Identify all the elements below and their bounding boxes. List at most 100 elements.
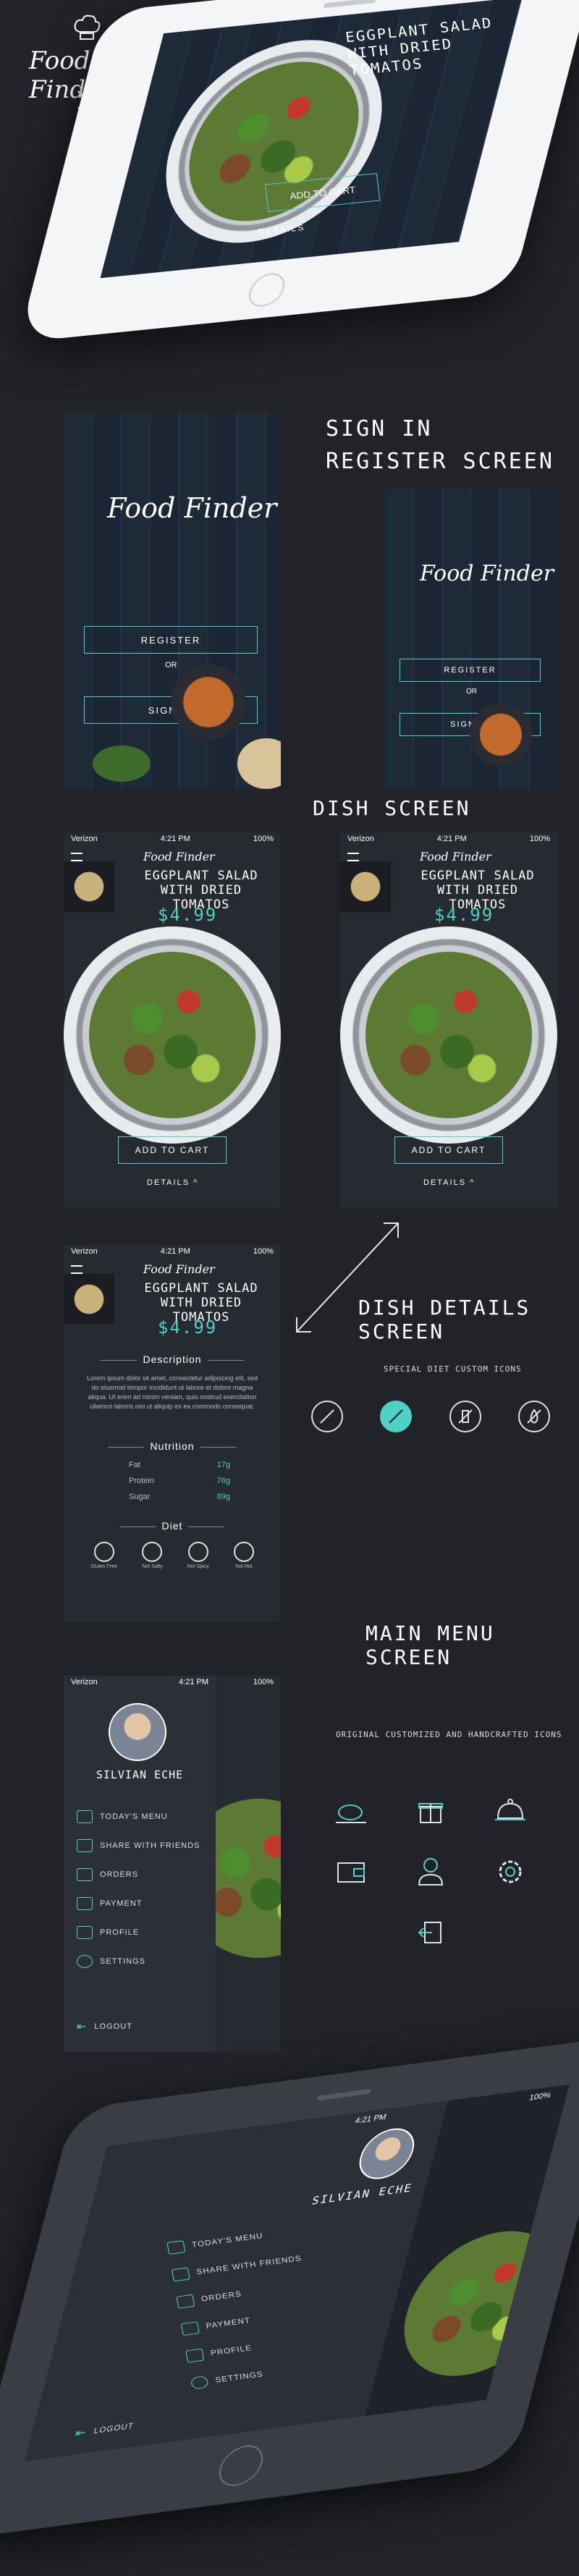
bottom-menu-list: TODAY'S MENU SHARE WITH FRIENDS ORDERS P… bbox=[166, 2209, 391, 2397]
dish-icon bbox=[77, 1810, 93, 1823]
add-to-cart-button-right[interactable]: ADD TO CART bbox=[394, 1136, 503, 1164]
hamburger-menu-icon-details[interactable] bbox=[71, 1265, 83, 1274]
menu-peek-salad-image bbox=[216, 1799, 281, 1958]
wallet-icon bbox=[180, 2321, 200, 2336]
or-separator-small: OR bbox=[466, 688, 477, 696]
dish-section-title: DISH SCREEN bbox=[313, 796, 471, 820]
cloche-icon bbox=[491, 1791, 530, 1830]
diet-item: Not Salty bbox=[142, 1542, 163, 1569]
diet-item: Not Hot bbox=[233, 1542, 254, 1569]
gear-icon bbox=[77, 1955, 93, 1968]
sauce-bowl-image bbox=[64, 861, 114, 912]
cloche-icon bbox=[77, 1868, 93, 1881]
register-button[interactable]: REGISTER bbox=[84, 626, 258, 654]
status-bar-menu: Verizon 4:21 PM bbox=[71, 1678, 208, 1686]
user-icon bbox=[185, 2348, 205, 2363]
dish-screen-right: Verizon 4:21 PM 100% Food Finder EGGPLAN… bbox=[340, 832, 557, 1209]
avatar[interactable] bbox=[109, 1703, 166, 1761]
cloche-icon bbox=[176, 2294, 195, 2309]
logout-icon bbox=[411, 1913, 450, 1952]
signin-small-logo-text: Food Finder bbox=[420, 561, 554, 586]
diet-icons-row: Gluten Free Not Salty Not Spicy Not Hot bbox=[78, 1542, 266, 1569]
hamburger-menu-icon-right[interactable] bbox=[347, 853, 359, 861]
no-salt-icon bbox=[380, 1401, 413, 1432]
status-bar: Verizon 4:21 PM 100% bbox=[71, 835, 274, 843]
logout-button[interactable]: ⇤ LOGOUT bbox=[77, 2012, 132, 2041]
gift-icon bbox=[411, 1791, 450, 1830]
logout-icon: ⇤ bbox=[73, 2426, 88, 2441]
dish-salad-image bbox=[89, 952, 255, 1118]
menu-item-payment[interactable]: PAYMENT bbox=[77, 1889, 214, 1918]
user-icon bbox=[411, 1852, 450, 1891]
hero-dish-name: EGGPLANT SALAD WITH DRIED TOMATOS bbox=[344, 14, 494, 80]
add-to-cart-button[interactable]: ADD TO CART bbox=[118, 1136, 227, 1164]
chef-hat-icon bbox=[72, 14, 101, 42]
no-gluten-icon bbox=[93, 1542, 114, 1562]
menu-item-share[interactable]: SHARE WITH FRIENDS bbox=[77, 1831, 214, 1860]
menu-panel: Verizon 4:21 PM SILVIAN ECHE TODAY'S MEN… bbox=[64, 1676, 216, 2052]
dish-screen-left: Verizon 4:21 PM 100% Food Finder EGGPLAN… bbox=[64, 832, 281, 1209]
hamburger-menu-icon[interactable] bbox=[71, 853, 83, 861]
wallet-icon bbox=[77, 1897, 93, 1910]
nutrition-heading: Nutrition bbox=[64, 1440, 281, 1452]
signin-screen-large: Food Finder REGISTER OR SIGN IN bbox=[64, 413, 281, 789]
bottom-avatar[interactable] bbox=[353, 2125, 420, 2183]
hero-home-button[interactable] bbox=[245, 271, 289, 308]
description-text: Lorem ipsum dolor sit amet, consectetur … bbox=[86, 1374, 258, 1410]
hero-phone-white: EGGPLANT SALAD WITH DRIED TOMATOS ADD TO… bbox=[18, 0, 579, 343]
status-bar-details: Verizon 4:21 PM 100% bbox=[71, 1247, 274, 1256]
no-salt-icon bbox=[142, 1542, 163, 1562]
dish-price-right: $4.99 bbox=[434, 905, 494, 925]
original-icons-grid bbox=[311, 1791, 550, 1952]
register-button-small[interactable]: REGISTER bbox=[400, 659, 541, 682]
details-link[interactable]: DETAILS ^ bbox=[147, 1178, 198, 1187]
diet-item: Not Spicy bbox=[187, 1542, 209, 1569]
spice-bowl-image-small bbox=[465, 698, 537, 771]
hero-phone-screen: EGGPLANT SALAD WITH DRIED TOMATOS ADD TO… bbox=[100, 0, 523, 279]
gift-icon bbox=[171, 2267, 190, 2282]
special-diet-icons bbox=[311, 1401, 550, 1432]
bottom-phone-dark: 4:21 PM SILVIAN ECHE TODAY'S MENU SHARE … bbox=[0, 2035, 579, 2539]
showcase-page: { "brand": {"logo_text": "Food Finder"},… bbox=[0, 0, 579, 2576]
signin-logo-text: Food Finder bbox=[107, 492, 277, 524]
details-price: $4.99 bbox=[158, 1317, 218, 1338]
nutrition-row: Fat 17g bbox=[129, 1461, 230, 1469]
menu-screen: Verizon 4:21 PM SILVIAN ECHE TODAY'S MEN… bbox=[64, 1676, 281, 2052]
dish-price: $4.99 bbox=[158, 905, 218, 925]
menu-item-todays-menu[interactable]: TODAY'S MENU bbox=[77, 1802, 214, 1831]
herb-leaves-image bbox=[93, 746, 151, 782]
hero-phone-speaker bbox=[323, 0, 377, 9]
details-link-right[interactable]: DETAILS ^ bbox=[423, 1178, 475, 1187]
original-icons-caption: ORIGINAL CUSTOMIZED AND HANDCRAFTED ICON… bbox=[336, 1730, 562, 1739]
menu-item-orders[interactable]: ORDERS bbox=[77, 1860, 214, 1889]
menu-item-settings[interactable]: SETTINGS bbox=[77, 1947, 214, 1976]
description-heading: Description bbox=[64, 1354, 281, 1365]
menu-list: TODAY'S MENU SHARE WITH FRIENDS ORDERS P… bbox=[77, 1802, 214, 1976]
dish-icon bbox=[331, 1791, 371, 1830]
bottom-user-name: SILVIAN ECHE bbox=[310, 2181, 415, 2208]
chevron-up-icon: ^ bbox=[193, 1178, 199, 1187]
bottom-peek-salad-image bbox=[387, 2221, 570, 2386]
bread-image bbox=[237, 738, 281, 789]
details-sauce-bowl-image bbox=[64, 1274, 114, 1325]
signin-section-title-2: REGISTER SCREEN bbox=[326, 449, 554, 474]
dish-icon bbox=[166, 2240, 186, 2255]
dish-logo: Food Finder bbox=[143, 850, 215, 863]
bottom-phone-status: 4:21 PM bbox=[354, 2113, 388, 2126]
bottom-logout-button[interactable]: ⇤ LOGOUT bbox=[72, 2412, 138, 2448]
gear-icon bbox=[190, 2375, 209, 2390]
main-menu-section-title: MAIN MENU SCREEN bbox=[365, 1621, 495, 1669]
nutrition-row: Sugar 89g bbox=[129, 1492, 230, 1501]
diet-heading: Diet bbox=[64, 1520, 281, 1532]
menu-item-profile[interactable]: PROFILE bbox=[77, 1918, 214, 1947]
dish-logo-right: Food Finder bbox=[420, 850, 491, 863]
status-bar-right: Verizon 4:21 PM 100% bbox=[347, 835, 550, 843]
no-spice-icon bbox=[449, 1401, 481, 1432]
details-section-title: DISH DETAILS SCREEN bbox=[358, 1296, 531, 1343]
bottom-peek-battery: 100% bbox=[528, 2090, 552, 2103]
gift-icon bbox=[77, 1839, 93, 1852]
bottom-home-button[interactable] bbox=[214, 2442, 268, 2489]
special-icons-caption: SPECIAL DIET CUSTOM ICONS bbox=[384, 1364, 522, 1374]
wallet-icon bbox=[331, 1852, 371, 1891]
bottom-phone-speaker bbox=[316, 2088, 371, 2101]
